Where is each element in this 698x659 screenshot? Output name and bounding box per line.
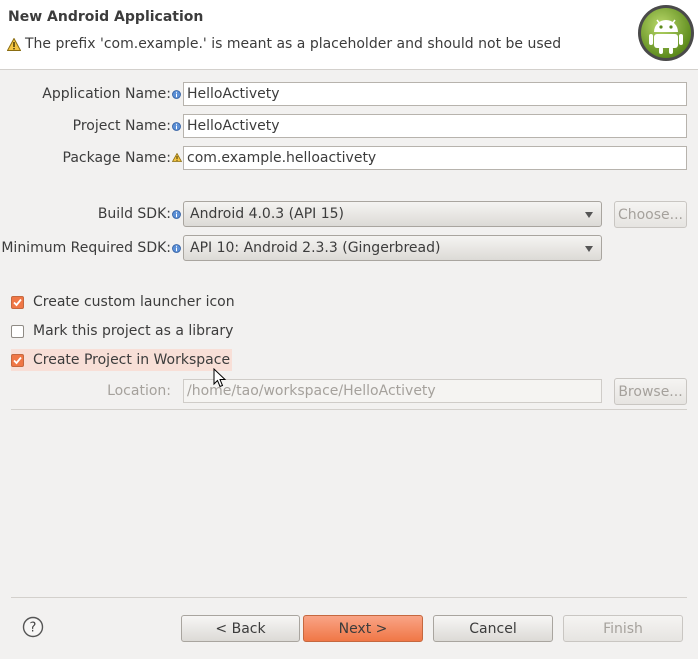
library-label: Mark this project as a library xyxy=(33,323,234,339)
min-sdk-label: Minimum Required SDK: xyxy=(1,240,171,256)
chevron-down-icon xyxy=(585,212,593,218)
checkmark-icon xyxy=(13,298,22,306)
application-name-label: Application Name: xyxy=(42,86,171,102)
custom-launcher-label: Create custom launcher icon xyxy=(33,294,235,310)
wizard-title: New Android Application xyxy=(8,9,204,25)
info-icon xyxy=(172,244,181,253)
cancel-button[interactable]: Cancel xyxy=(433,615,553,642)
info-icon xyxy=(172,210,181,219)
custom-launcher-checkbox[interactable] xyxy=(11,295,24,309)
package-name-field[interactable] xyxy=(183,146,687,170)
choose-button[interactable]: Choose... xyxy=(614,201,687,228)
min-sdk-dropdown[interactable]: API 10: Android 2.3.3 (Gingerbread) xyxy=(183,235,602,261)
min-sdk-value: API 10: Android 2.3.3 (Gingerbread) xyxy=(190,240,441,256)
location-label: Location: xyxy=(107,383,171,399)
custom-launcher-checkbox-row[interactable]: Create custom launcher icon xyxy=(11,291,235,313)
svg-text:?: ? xyxy=(30,621,37,636)
browse-button[interactable]: Browse... xyxy=(614,378,687,405)
android-logo-icon xyxy=(638,5,694,61)
project-name-field[interactable] xyxy=(183,114,687,138)
info-icon xyxy=(172,90,181,99)
checkmark-icon xyxy=(13,356,22,364)
workspace-label: Create Project in Workspace xyxy=(33,352,231,368)
warning-icon xyxy=(172,153,182,162)
help-icon[interactable]: ? xyxy=(22,616,44,638)
location-field[interactable] xyxy=(183,379,602,403)
back-button[interactable]: < Back xyxy=(181,615,300,642)
chevron-down-icon xyxy=(585,246,593,252)
package-name-label: Package Name: xyxy=(62,150,172,166)
build-sdk-dropdown[interactable]: Android 4.0.3 (API 15) xyxy=(183,201,602,227)
project-name-label: Project Name: xyxy=(72,118,171,134)
header-message: The prefix 'com.example.' is meant as a … xyxy=(7,36,561,52)
workspace-checkbox[interactable] xyxy=(11,353,24,367)
section-divider xyxy=(11,409,687,410)
info-icon xyxy=(172,122,181,131)
warning-icon xyxy=(7,37,21,51)
workspace-checkbox-row[interactable]: Create Project in Workspace xyxy=(11,349,233,371)
build-sdk-label: Build SDK: xyxy=(97,206,171,222)
footer-divider xyxy=(11,597,687,598)
application-name-field[interactable] xyxy=(183,82,687,106)
mouse-cursor-icon xyxy=(213,368,227,388)
library-checkbox-row[interactable]: Mark this project as a library xyxy=(11,320,233,342)
wizard-header: New Android Application The prefix 'com.… xyxy=(0,0,698,70)
finish-button[interactable]: Finish xyxy=(563,615,683,642)
header-message-text: The prefix 'com.example.' is meant as a … xyxy=(25,36,562,52)
library-checkbox[interactable] xyxy=(11,324,24,338)
next-button[interactable]: Next > xyxy=(303,615,423,642)
build-sdk-value: Android 4.0.3 (API 15) xyxy=(190,206,344,222)
